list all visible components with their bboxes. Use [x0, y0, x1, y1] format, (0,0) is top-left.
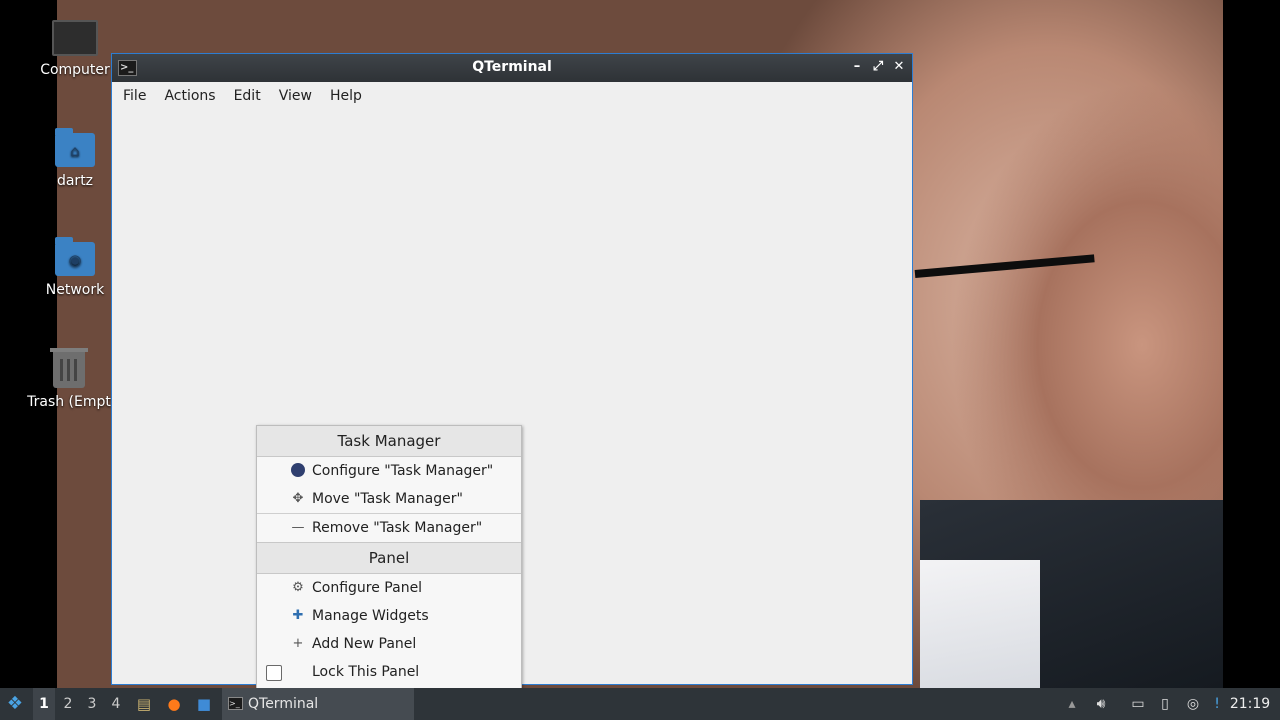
desktop-icon-label: Computer	[40, 62, 110, 78]
remove-icon: —	[291, 520, 305, 535]
desktop-icon[interactable]: ■	[192, 688, 216, 720]
desktop-icon-label: Trash (Empt	[27, 394, 111, 410]
menu-item-label: Manage Widgets	[312, 608, 429, 624]
menu-item-label: Remove "Task Manager"	[312, 520, 483, 536]
desktop-icon-trash[interactable]: Trash (Empt	[19, 348, 119, 410]
add-new-panel-item[interactable]: + Add New Panel	[257, 630, 521, 658]
trash-icon	[50, 348, 88, 388]
home-folder-icon: ⌂	[55, 128, 95, 167]
menu-view[interactable]: View	[270, 88, 321, 104]
menu-bar: File Actions Edit View Help	[112, 82, 912, 110]
gear-icon: ⚙	[292, 580, 304, 595]
task-label: QTerminal	[248, 696, 319, 712]
panel-context-menu: Task Manager Configure "Task Manager" ✥ …	[256, 425, 522, 690]
menu-section-task-manager: Task Manager	[257, 426, 521, 457]
menu-section-panel: Panel	[257, 542, 521, 574]
configure-icon	[290, 457, 306, 485]
desktop-icon-home[interactable]: ⌂ dartz	[25, 128, 125, 189]
notification-icon[interactable]: !	[1205, 688, 1229, 720]
menu-edit[interactable]: Edit	[225, 88, 270, 104]
terminal-icon: >_	[228, 697, 243, 710]
minimize-button[interactable]: –	[848, 58, 866, 76]
move-task-manager-item[interactable]: ✥ Move "Task Manager"	[257, 485, 521, 513]
close-button[interactable]: ✕	[890, 58, 908, 76]
desktop-icon-computer[interactable]: Computer	[25, 20, 125, 78]
window-title: QTerminal	[472, 59, 552, 75]
workspace-1[interactable]: 1	[33, 688, 55, 720]
plus-icon: +	[292, 636, 304, 651]
puzzle-icon: ✚	[292, 608, 304, 623]
menu-item-label: Configure "Task Manager"	[312, 463, 494, 479]
lock-panel-item[interactable]: Lock This Panel	[257, 658, 521, 686]
menu-item-label: Add New Panel	[312, 636, 417, 652]
desktop-icon-network[interactable]: ◉ Network	[25, 237, 125, 298]
configure-panel-item[interactable]: ⚙ Configure Panel	[257, 574, 521, 602]
maximize-button[interactable]: ⤢	[869, 58, 887, 76]
start-menu-button[interactable]: ❖	[0, 688, 30, 720]
task-qterminal[interactable]: >_ QTerminal	[222, 688, 414, 720]
workspace-4[interactable]: 4	[105, 688, 127, 720]
workspace-3[interactable]: 3	[81, 688, 103, 720]
firefox-icon[interactable]: ●	[162, 688, 186, 720]
remove-task-manager-item[interactable]: — Remove "Task Manager"	[257, 514, 521, 542]
configure-task-manager-item[interactable]: Configure "Task Manager"	[257, 457, 521, 485]
menu-item-label: Lock This Panel	[312, 664, 420, 680]
clock[interactable]: 21:19	[1228, 688, 1272, 720]
clipboard-icon[interactable]: ▯	[1153, 688, 1177, 720]
network-folder-icon: ◉	[55, 237, 95, 276]
lock-panel-checkbox[interactable]	[266, 665, 282, 681]
volume-icon[interactable]: 🔊︎	[1089, 688, 1113, 720]
menu-item-label: Move "Task Manager"	[312, 491, 463, 507]
desktop-icon-label: dartz	[56, 173, 94, 189]
menu-file[interactable]: File	[114, 88, 155, 104]
move-icon: ✥	[292, 491, 304, 506]
menu-help[interactable]: Help	[321, 88, 371, 104]
panel-arrow-icon[interactable]: ▴	[1060, 688, 1084, 720]
manage-widgets-item[interactable]: ✚ Manage Widgets	[257, 602, 521, 630]
menu-item-label: Configure Panel	[312, 580, 423, 596]
menu-actions[interactable]: Actions	[155, 88, 224, 104]
computer-icon	[52, 20, 98, 56]
taskbar: ❖ 1 2 3 4 ▤ ● ■ >_ QTerminal ▴ 🔊︎ ▭ ▯ ◎ …	[0, 688, 1280, 720]
desktop-icon-label: Network	[45, 282, 105, 298]
update-icon[interactable]: ◎	[1181, 688, 1205, 720]
workspace-2[interactable]: 2	[57, 688, 79, 720]
screen-icon[interactable]: ▭	[1126, 688, 1150, 720]
file-manager-icon[interactable]: ▤	[132, 688, 156, 720]
window-titlebar[interactable]: >_ QTerminal – ⤢ ✕	[112, 54, 912, 82]
wallpaper-collar	[920, 560, 1040, 688]
